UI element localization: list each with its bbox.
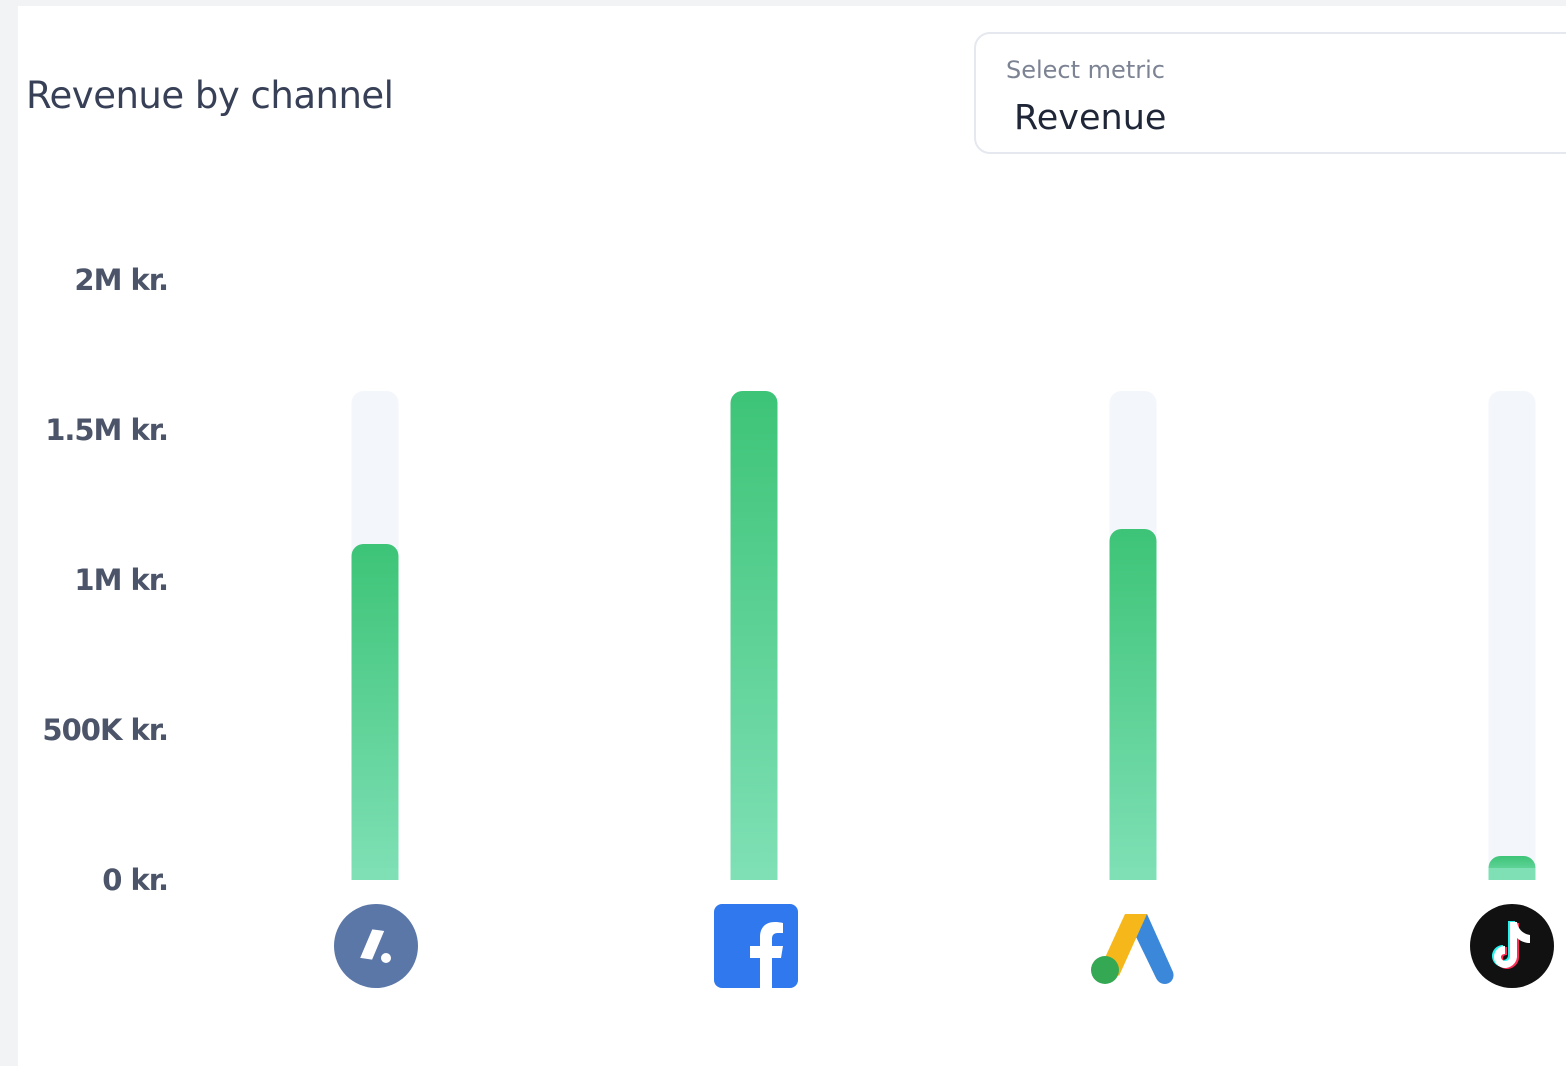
- bar-base: [351, 868, 399, 880]
- bar-google-ads[interactable]: [1109, 529, 1157, 880]
- bar-base: [730, 868, 778, 880]
- bar-base: [1488, 868, 1536, 880]
- slash-logo-icon: [332, 902, 420, 990]
- y-axis: 0 kr. 500K kr. 1M kr. 1.5M kr. 2M kr.: [42, 263, 169, 897]
- bar-slash-logo[interactable]: [351, 544, 399, 880]
- revenue-bar-chart: 0 kr. 500K kr. 1M kr. 1.5M kr. 2M kr.: [42, 263, 1536, 897]
- y-tick-label: 1M kr.: [74, 563, 168, 597]
- facebook-icon: [712, 902, 800, 990]
- bar-track: [1488, 391, 1536, 880]
- y-tick-label: 1.5M kr.: [45, 413, 168, 447]
- bar[interactable]: [351, 544, 399, 880]
- google-ads-icon: [1089, 902, 1177, 990]
- bars-group: [351, 391, 1536, 880]
- bar-facebook[interactable]: [730, 391, 778, 880]
- y-tick-label: 0 kr.: [102, 863, 168, 897]
- bar[interactable]: [730, 391, 778, 880]
- bar[interactable]: [1109, 529, 1157, 880]
- tiktok-icon: [1468, 902, 1556, 990]
- y-tick-label: 2M kr.: [74, 263, 168, 297]
- bar-tiktok[interactable]: [1488, 856, 1536, 880]
- bar-base: [1109, 868, 1157, 880]
- y-tick-label: 500K kr.: [42, 713, 168, 747]
